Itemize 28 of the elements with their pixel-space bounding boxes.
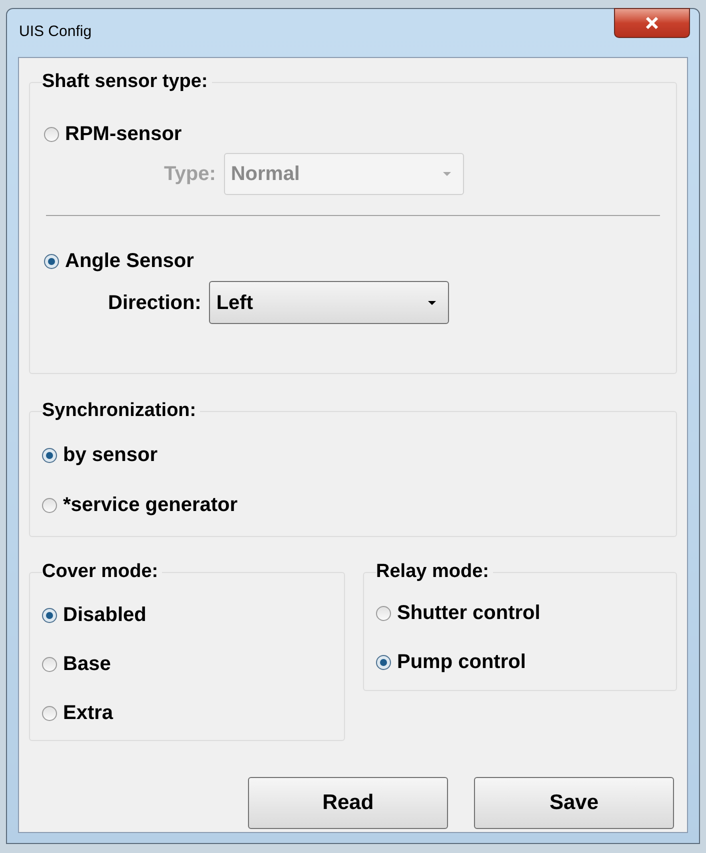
radio-label[interactable]: by sensor [63, 440, 158, 470]
window-title: UIS Config [19, 22, 92, 42]
close-icon [645, 17, 659, 29]
radio-button[interactable] [42, 448, 57, 462]
dropdown-label: Direction: [108, 290, 202, 316]
radio-label[interactable]: Shutter control [397, 598, 540, 628]
dropdown-label: Type: [164, 162, 216, 187]
radio-label[interactable]: Disabled [63, 600, 146, 630]
radio-button[interactable] [42, 706, 57, 720]
radio-button[interactable] [44, 254, 59, 268]
radio-button[interactable] [44, 126, 59, 142]
radio-button[interactable] [42, 608, 57, 622]
dropdown-arrow-icon [428, 300, 436, 304]
radio-button[interactable] [376, 654, 391, 670]
dialog-button[interactable]: Read [248, 777, 448, 829]
radio-button[interactable] [42, 498, 57, 512]
radio-label[interactable]: *service generator [63, 490, 238, 520]
radio-button[interactable] [376, 606, 391, 620]
dialog-button[interactable]: Save [474, 777, 674, 829]
radio-label[interactable]: Angle Sensor [65, 246, 194, 276]
dropdown[interactable]: Left [209, 281, 450, 324]
close-button[interactable] [614, 8, 690, 38]
radio-label[interactable]: RPM-sensor [65, 119, 182, 149]
radio-label[interactable]: Pump control [397, 647, 526, 677]
radio-label[interactable]: Extra [63, 698, 114, 728]
radio-button[interactable] [42, 656, 57, 672]
dropdown-arrow-icon [442, 172, 451, 176]
radio-label[interactable]: Base [63, 649, 111, 679]
